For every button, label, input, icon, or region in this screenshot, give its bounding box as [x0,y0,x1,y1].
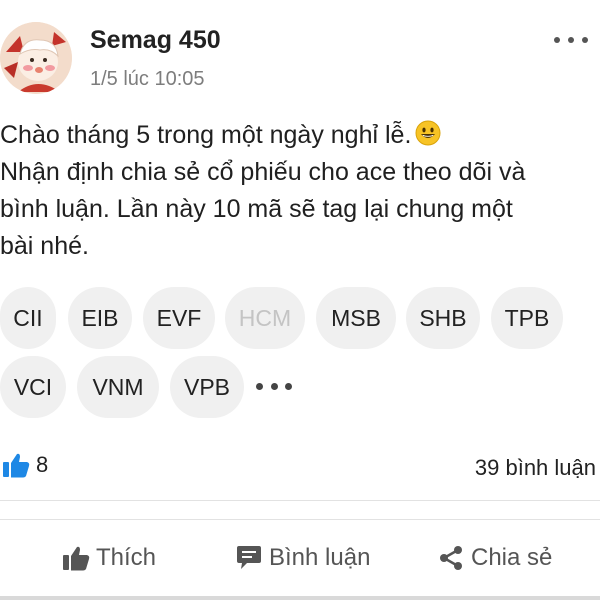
action-bar: Thích Bình luận Chia sẻ [0,520,600,592]
tag-chip-disabled: HCM [225,287,305,349]
thumbs-up-icon [63,546,90,571]
content-line: bình luận. Lần này 10 mã sẽ tag lại chun… [0,195,513,223]
bottom-border [0,596,600,600]
more-horizontal-icon [554,37,560,43]
like-label: Thích [96,544,157,571]
tag-chip[interactable]: TPB [491,287,563,349]
tag-chip[interactable]: CII [0,287,56,349]
like-button[interactable]: Thích [62,540,156,576]
comment-button[interactable]: Bình luận [235,540,370,576]
divider [0,500,600,501]
thumbs-up-icon [3,453,30,478]
post-card: Semag 450 1/5 lúc 10:05 Chào tháng 5 tro… [0,0,600,600]
avatar[interactable] [0,22,72,94]
tag-chip[interactable]: VNM [77,356,159,418]
tag-chip[interactable]: EIB [68,287,132,349]
more-options-button[interactable] [554,30,588,50]
tag-chip[interactable]: MSB [316,287,396,349]
content-line: Nhận định chia sẻ cổ phiếu cho ace theo … [0,158,526,186]
post-timestamp[interactable]: 1/5 lúc 10:05 [90,68,205,91]
comment-count[interactable]: 39 bình luận [475,455,596,481]
share-label: Chia sẻ [471,544,553,571]
more-horizontal-icon [256,382,263,390]
comment-label: Bình luận [269,544,371,571]
share-button[interactable]: Chia sẻ [437,540,552,576]
content-line: Chào tháng 5 trong một ngày nghỉ lễ. [0,117,595,154]
comment-bubble-icon [237,546,261,569]
more-dot [582,37,588,43]
tag-chip[interactable]: SHB [406,287,480,349]
share-icon [440,546,462,570]
tag-chip[interactable]: VCI [0,356,66,418]
content-text: Chào tháng 5 trong một ngày nghỉ lễ. [0,121,412,149]
like-count: 8 [36,452,49,477]
author-name[interactable]: Semag 450 [90,26,221,55]
more-dot [568,37,574,43]
tag-chip[interactable]: EVF [143,287,215,349]
more-dot [270,382,278,390]
grinning-face-emoji [415,120,441,146]
like-summary[interactable]: 8 [2,452,48,478]
more-tags-button[interactable] [256,379,292,393]
tag-chip[interactable]: VPB [170,356,244,418]
content-line: bài nhé. [0,232,89,260]
more-dot [285,382,292,390]
post-content: Chào tháng 5 trong một ngày nghỉ lễ. Nhậ… [0,117,595,265]
